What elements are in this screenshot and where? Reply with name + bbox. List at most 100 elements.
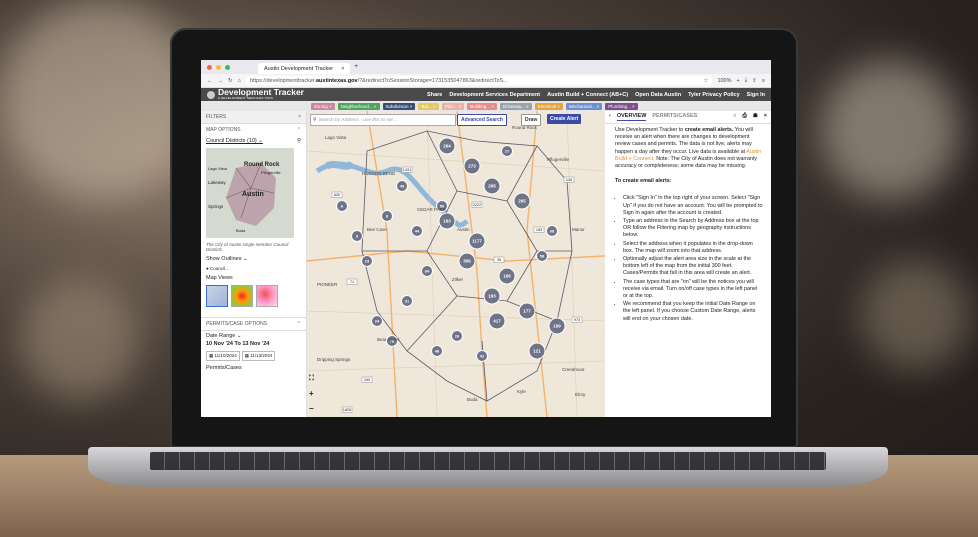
sign-in-link[interactable]: Sign In bbox=[747, 92, 765, 98]
add-icon[interactable]: + bbox=[737, 78, 740, 84]
filter-chip[interactable]: Neighborhood... × bbox=[337, 103, 380, 110]
minimize-window-icon[interactable] bbox=[216, 64, 221, 70]
close-filters-icon[interactable]: × bbox=[298, 114, 301, 120]
filter-chip[interactable]: Mechanical... × bbox=[565, 103, 603, 110]
url-prefix: https://developmenttracker. bbox=[249, 77, 316, 84]
nav-link-open-data[interactable]: Open Data Austin bbox=[635, 92, 681, 98]
filter-chip[interactable]: Electrical × bbox=[534, 103, 563, 110]
filter-chip[interactable]: Plumbing... × bbox=[605, 103, 638, 110]
create-alert-button[interactable]: Create Alert bbox=[547, 114, 582, 124]
home-icon[interactable]: ⌂ bbox=[238, 78, 241, 84]
nav-link-share[interactable]: Share bbox=[427, 92, 442, 98]
date-from-input[interactable]: ▦ 11/10/2024 bbox=[206, 351, 240, 361]
filter-chip[interactable]: Plan... × bbox=[441, 103, 465, 110]
advanced-search-button[interactable]: Advanced Search bbox=[457, 114, 507, 126]
close-window-icon[interactable] bbox=[207, 64, 212, 70]
cluster-count: 44 bbox=[415, 229, 420, 234]
instruction-item: Optionally adjust the alert area size in… bbox=[623, 256, 763, 278]
map-views-thumbnails bbox=[201, 283, 306, 309]
instruction-item: Type an address in the Search by Address… bbox=[623, 218, 763, 240]
back-icon[interactable]: ← bbox=[207, 78, 213, 84]
downloads-icon[interactable]: ⤓ bbox=[745, 77, 747, 84]
cluster-count: 265 bbox=[518, 199, 526, 204]
map-view-streets[interactable] bbox=[206, 285, 228, 307]
tab-close-icon[interactable]: × bbox=[341, 66, 344, 72]
map-options-header[interactable]: MAP OPTIONS ⌃ bbox=[201, 124, 306, 136]
date-to-input[interactable]: ▦ 11/13/2024 bbox=[241, 351, 276, 361]
council-district-minimap[interactable]: Round Rock Pflugerville Lago Vista Lakew… bbox=[206, 148, 294, 238]
bookmark-star-icon[interactable]: ☆ bbox=[704, 78, 709, 84]
zoom-out-button[interactable]: − bbox=[309, 404, 314, 413]
map-view-heatmap[interactable] bbox=[231, 285, 253, 307]
tab-permits-cases[interactable]: PERMITS/CASES bbox=[652, 113, 697, 120]
zoom-search-icon[interactable]: ⚲ bbox=[297, 138, 301, 144]
browser-tab[interactable]: Austin Development Tracker × bbox=[258, 63, 351, 74]
filter-chip[interactable]: Zoning × bbox=[311, 103, 335, 110]
road-label: 2222 bbox=[473, 203, 481, 207]
url-bar[interactable]: https://developmenttracker. austintexas.g… bbox=[245, 76, 713, 85]
permits-options-header[interactable]: PERMITS/CASE OPTIONS ⌃ bbox=[201, 317, 306, 331]
map-view-density[interactable] bbox=[256, 285, 278, 307]
road-label: 35 bbox=[497, 258, 501, 262]
council-outline-option[interactable]: ● Council... bbox=[201, 264, 306, 273]
print-icon[interactable]: ⎙ bbox=[742, 113, 746, 120]
cluster-count: 273 bbox=[468, 164, 476, 169]
cluster-count: 24 bbox=[375, 319, 380, 324]
close-panel-icon[interactable]: × bbox=[764, 113, 767, 120]
minimap-label: Round Rock bbox=[244, 162, 280, 168]
refresh-icon[interactable]: ○ bbox=[733, 113, 736, 120]
tab-overview[interactable]: OVERVIEW bbox=[616, 113, 647, 122]
permits-options-label: PERMITS/CASE OPTIONS bbox=[206, 321, 268, 327]
zoom-in-button[interactable]: + bbox=[309, 389, 314, 398]
minimap-label: Buda bbox=[236, 228, 246, 233]
fullscreen-icon[interactable]: ⛶ bbox=[309, 375, 314, 383]
layers-icon[interactable]: ☗ bbox=[753, 113, 758, 120]
filter-chip[interactable]: Bui... × bbox=[418, 103, 439, 110]
map-place-label: Manor bbox=[572, 227, 585, 232]
minimap-label: Lakeway bbox=[208, 180, 227, 185]
council-districts-dropdown[interactable]: Council Districts (10) ⌄ bbox=[206, 138, 263, 144]
reload-icon[interactable]: ↻ bbox=[228, 78, 233, 84]
laptop-keyboard bbox=[150, 452, 826, 470]
council-districts-row: Council Districts (10) ⌄ ⚲ bbox=[201, 136, 306, 146]
new-tab-button[interactable]: + bbox=[354, 64, 358, 70]
filter-chip[interactable]: Subdivision × bbox=[382, 103, 416, 110]
nav-link-dsd[interactable]: Development Services Department bbox=[449, 92, 540, 98]
chevron-up-icon[interactable]: ⌃ bbox=[297, 127, 301, 133]
zoom-level[interactable]: 100% bbox=[717, 78, 731, 84]
map-views-label: Map Views bbox=[206, 275, 233, 281]
draw-button[interactable]: Draw bbox=[521, 114, 542, 126]
instruction-item: The case types that are "on" will be the… bbox=[623, 279, 763, 301]
map-place-label: Kyle bbox=[517, 389, 526, 394]
url-domain: austintexas.gov bbox=[315, 77, 358, 84]
right-panel-tabs: ‹ OVERVIEW PERMITS/CASES ○ ⎙ ☗ × bbox=[605, 111, 771, 124]
share-icon[interactable]: ⇪ bbox=[752, 78, 757, 84]
cluster-count: 186 bbox=[503, 274, 511, 279]
address-search-input[interactable]: ⚲ Search by Address - use this to set ..… bbox=[310, 114, 456, 126]
overview-panel: ‹ OVERVIEW PERMITS/CASES ○ ⎙ ☗ × Use Dev… bbox=[605, 111, 771, 417]
nav-link-privacy[interactable]: Tyler Privacy Policy bbox=[688, 92, 740, 98]
menu-icon[interactable]: ≡ bbox=[762, 78, 765, 84]
date-range-dropdown[interactable]: Date Range ⌄ bbox=[201, 331, 306, 341]
how-to-heading: To create email alerts: bbox=[615, 178, 672, 185]
filter-chip[interactable]: Building... × bbox=[467, 103, 497, 110]
maximize-window-icon[interactable] bbox=[225, 64, 230, 70]
instruction-item: We recommend that you keep the initial D… bbox=[623, 301, 763, 323]
forward-icon[interactable]: → bbox=[218, 78, 224, 84]
map-place-label: Pflugerville bbox=[547, 157, 570, 162]
map-options-label: MAP OPTIONS bbox=[206, 127, 241, 133]
chevron-up-icon[interactable]: ⌃ bbox=[297, 321, 301, 327]
date-from-value: 11/10/2024 bbox=[214, 353, 237, 358]
date-range-value: 10 Nov '24 To 13 Nov '24 bbox=[206, 341, 270, 347]
map-place-label: PIONEER bbox=[317, 282, 338, 287]
filter-chip[interactable]: Driveway... × bbox=[499, 103, 532, 110]
collapse-panel-icon[interactable]: ‹ bbox=[609, 113, 611, 120]
nav-link-abc[interactable]: Austin Build + Connect (AB+C) bbox=[547, 92, 628, 98]
map-place-label: Zilker bbox=[452, 277, 464, 282]
minimap-label: Austin bbox=[242, 191, 264, 198]
show-outlines-dropdown[interactable]: Show Outlines ⌄ bbox=[201, 254, 306, 264]
filters-header: FILTERS × bbox=[201, 111, 306, 124]
minimap-label: Lago Vista bbox=[208, 166, 228, 171]
map-canvas[interactable]: 264 273 295 265 163 1177 306 186 183 177 417 199 49 4… bbox=[307, 111, 605, 417]
app-brand[interactable]: Development Tracker A DEVELOPMENT SERVIC… bbox=[207, 88, 304, 100]
